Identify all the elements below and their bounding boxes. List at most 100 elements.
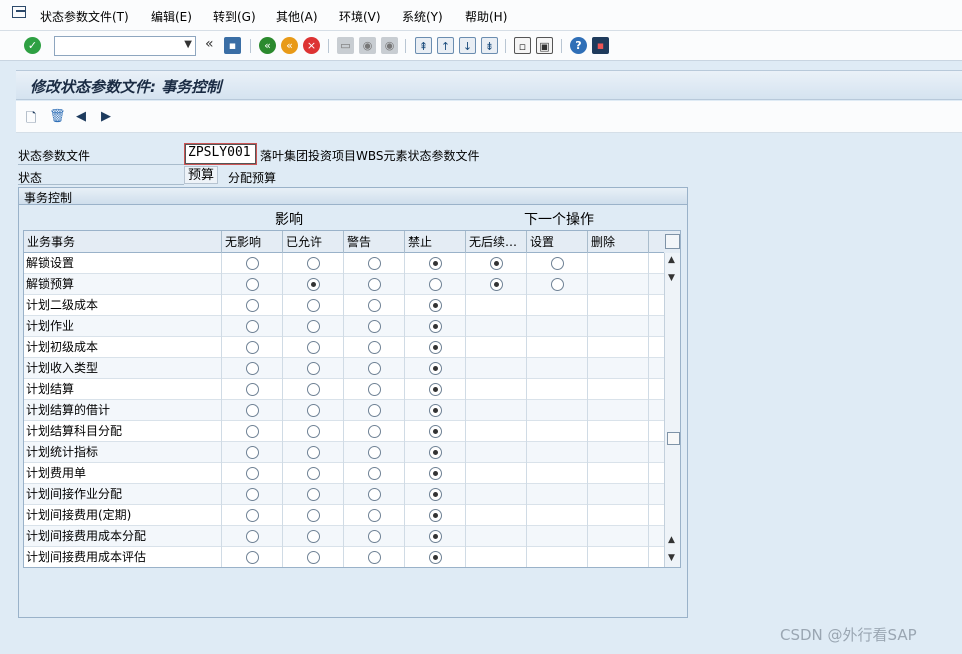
radio-button[interactable] — [368, 341, 381, 354]
col-business-transaction[interactable]: 业务事务 — [24, 231, 222, 253]
prev-page-icon[interactable]: ↑ — [437, 37, 454, 54]
radio-button[interactable] — [307, 425, 320, 438]
new-entry-icon[interactable]: 🗋 — [26, 109, 36, 131]
radio-button[interactable] — [368, 551, 381, 564]
last-page-icon[interactable]: ⇟ — [481, 37, 498, 54]
radio-button[interactable] — [307, 446, 320, 459]
radio-button[interactable] — [246, 404, 259, 417]
radio-selected[interactable] — [490, 257, 503, 270]
print-icon[interactable]: ▭ — [337, 37, 354, 54]
radio-button[interactable] — [307, 320, 320, 333]
next-page-icon[interactable]: ↓ — [459, 37, 476, 54]
radio-button[interactable] — [246, 530, 259, 543]
radio-selected[interactable] — [429, 320, 442, 333]
radio-button[interactable] — [368, 257, 381, 270]
help-icon[interactable]: ? — [570, 37, 587, 54]
back-icon[interactable]: « — [259, 37, 276, 54]
find-icon[interactable]: ◉ — [359, 37, 376, 54]
menu-edit[interactable]: 编辑(E) — [151, 8, 192, 25]
radio-button[interactable] — [307, 341, 320, 354]
radio-selected[interactable] — [429, 299, 442, 312]
radio-button[interactable] — [368, 467, 381, 480]
radio-selected[interactable] — [429, 488, 442, 501]
radio-button[interactable] — [368, 278, 381, 291]
radio-button[interactable] — [368, 446, 381, 459]
radio-button[interactable] — [368, 404, 381, 417]
scroll-up-icon[interactable]: ▲ — [668, 255, 675, 265]
menu-extras[interactable]: 其他(A) — [276, 8, 318, 25]
layout-icon[interactable]: ▪ — [592, 37, 609, 54]
profile-field[interactable]: ZPSLY001 — [184, 143, 257, 165]
enter-icon[interactable]: ✓ — [24, 37, 41, 54]
menu-help[interactable]: 帮助(H) — [465, 8, 507, 25]
radio-selected[interactable] — [307, 278, 320, 291]
radio-button[interactable] — [368, 509, 381, 522]
radio-button[interactable] — [246, 341, 259, 354]
exit-icon[interactable]: « — [281, 37, 298, 54]
radio-button[interactable] — [368, 320, 381, 333]
radio-selected[interactable] — [429, 383, 442, 396]
dropdown-arrow-icon[interactable]: ▼ — [184, 39, 192, 50]
radio-button[interactable] — [307, 551, 320, 564]
radio-selected[interactable] — [429, 341, 442, 354]
col-no-follow-up[interactable]: 无后续… — [466, 231, 527, 253]
scroll-down-icon[interactable]: ▼ — [668, 553, 675, 563]
col-allowed[interactable]: 已允许 — [283, 231, 344, 253]
col-no-influence[interactable]: 无影响 — [222, 231, 283, 253]
radio-button[interactable] — [368, 425, 381, 438]
radio-button[interactable] — [307, 362, 320, 375]
radio-button[interactable] — [246, 320, 259, 333]
col-warning[interactable]: 警告 — [344, 231, 405, 253]
vertical-scrollbar[interactable]: ▲ ▼ ▲ ▼ — [664, 253, 680, 567]
menu-system[interactable]: 系统(Y) — [402, 8, 443, 25]
radio-button[interactable] — [246, 467, 259, 480]
menu-status-profile[interactable]: 状态参数文件(T) — [40, 8, 129, 25]
radio-button[interactable] — [368, 530, 381, 543]
radio-button[interactable] — [307, 488, 320, 501]
first-page-icon[interactable]: ⇞ — [415, 37, 432, 54]
new-session-icon[interactable]: ▫ — [514, 37, 531, 54]
radio-button[interactable] — [246, 446, 259, 459]
menu-environment[interactable]: 环境(V) — [339, 8, 381, 25]
menu-goto[interactable]: 转到(G) — [213, 8, 256, 25]
radio-button[interactable] — [307, 509, 320, 522]
next-icon[interactable]: ▶ — [101, 109, 111, 124]
scroll-down-icon[interactable]: ▼ — [668, 273, 675, 283]
col-forbidden[interactable]: 禁止 — [405, 231, 466, 253]
system-menu-icon[interactable] — [12, 6, 26, 18]
radio-button[interactable] — [307, 404, 320, 417]
shortcut-icon[interactable]: ▣ — [536, 37, 553, 54]
radio-selected[interactable] — [429, 509, 442, 522]
radio-selected[interactable] — [490, 278, 503, 291]
radio-selected[interactable] — [429, 425, 442, 438]
col-set[interactable]: 设置 — [527, 231, 588, 253]
radio-selected[interactable] — [429, 551, 442, 564]
radio-selected[interactable] — [429, 362, 442, 375]
radio-button[interactable] — [551, 257, 564, 270]
radio-button[interactable] — [246, 383, 259, 396]
radio-button[interactable] — [307, 530, 320, 543]
delete-icon[interactable]: 🗑 — [49, 109, 66, 124]
radio-button[interactable] — [246, 362, 259, 375]
radio-button[interactable] — [307, 257, 320, 270]
radio-button[interactable] — [368, 488, 381, 501]
radio-button[interactable] — [246, 278, 259, 291]
radio-selected[interactable] — [429, 404, 442, 417]
radio-button[interactable] — [368, 383, 381, 396]
radio-button[interactable] — [246, 425, 259, 438]
find-next-icon[interactable]: ◉ — [381, 37, 398, 54]
collapse-command-icon[interactable]: « — [205, 36, 214, 52]
radio-button[interactable] — [246, 488, 259, 501]
radio-button[interactable] — [307, 467, 320, 480]
radio-selected[interactable] — [429, 530, 442, 543]
radio-selected[interactable] — [429, 446, 442, 459]
radio-button[interactable] — [246, 509, 259, 522]
radio-selected[interactable] — [429, 257, 442, 270]
radio-button[interactable] — [551, 278, 564, 291]
radio-button[interactable] — [246, 299, 259, 312]
radio-button[interactable] — [429, 278, 442, 291]
radio-button[interactable] — [246, 257, 259, 270]
col-delete[interactable]: 删除 — [588, 231, 649, 253]
cancel-icon[interactable]: × — [303, 37, 320, 54]
radio-button[interactable] — [307, 383, 320, 396]
